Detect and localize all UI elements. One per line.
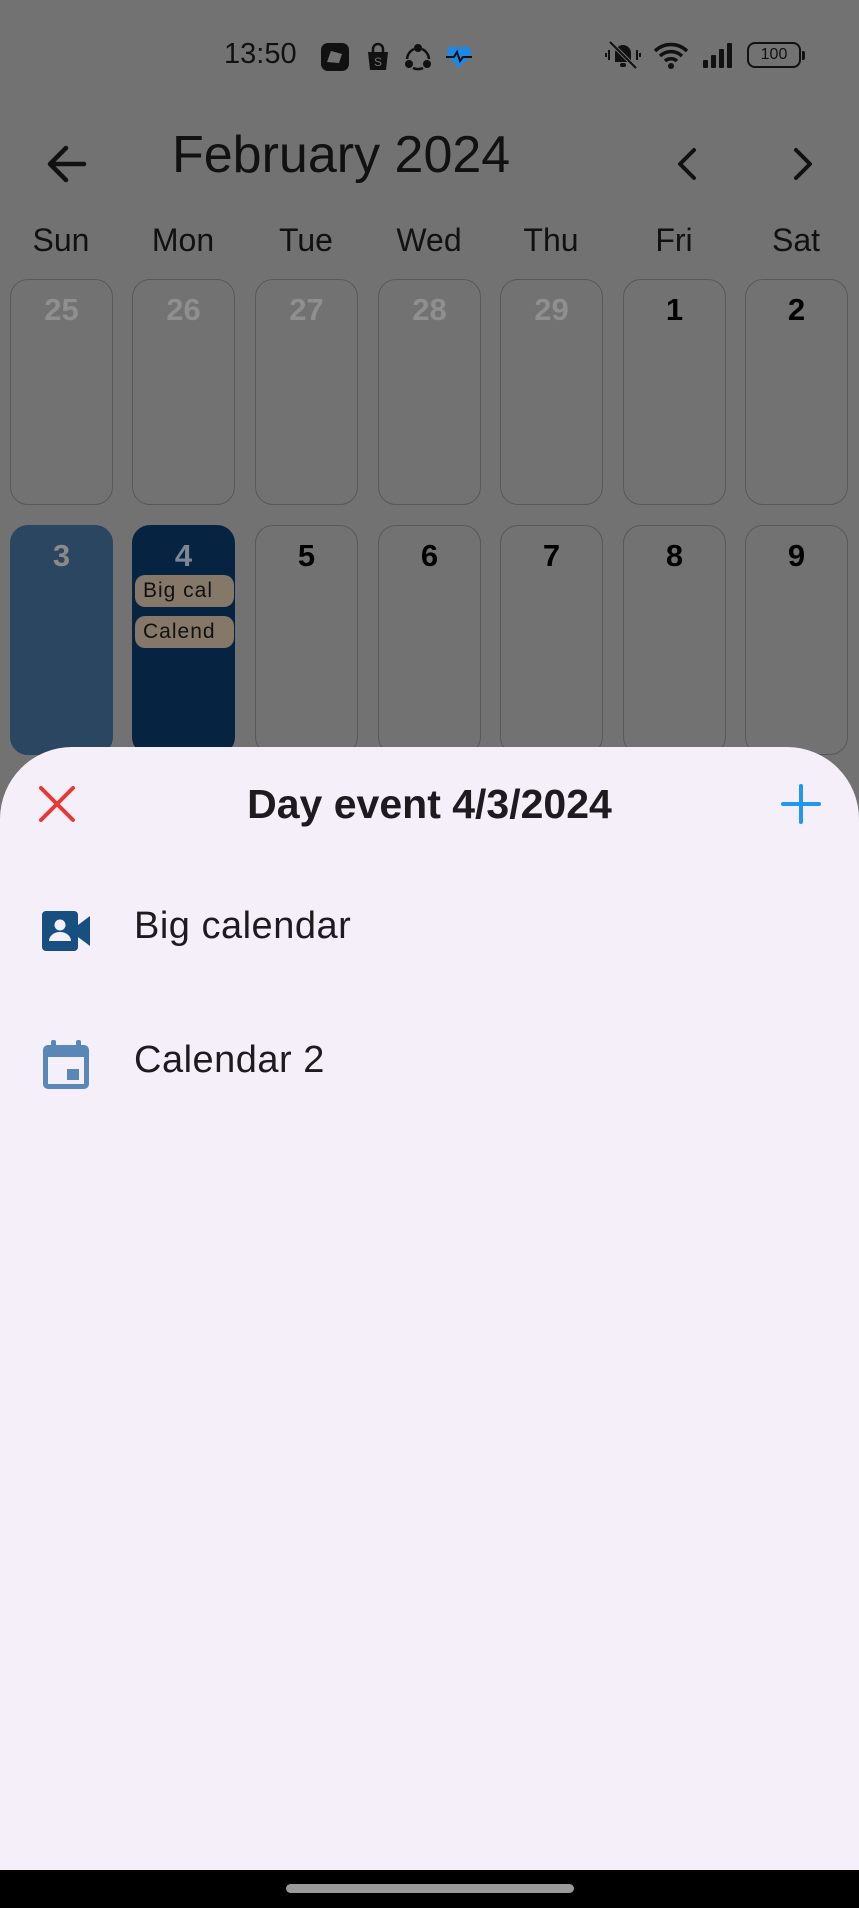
- day-number: 27: [289, 292, 324, 327]
- event-list-item[interactable]: Calendar 2: [0, 995, 859, 1129]
- app-notification-icon: [321, 43, 349, 71]
- day-number: 8: [665, 538, 684, 573]
- status-bar: 13:50 S 100: [0, 0, 859, 115]
- arrow-left-icon[interactable]: [40, 137, 94, 191]
- event-label: Big calendar: [134, 905, 352, 947]
- weekday-label: Wed: [396, 222, 462, 258]
- day-cell[interactable]: 1: [623, 279, 726, 505]
- weekday-label: Tue: [279, 222, 333, 258]
- calendar-icon: [43, 1040, 89, 1089]
- event-chip[interactable]: Big cal: [135, 575, 234, 607]
- home-indicator[interactable]: [286, 1884, 574, 1893]
- day-number: 9: [787, 538, 806, 573]
- mute-vibrate-icon: [605, 40, 641, 70]
- chevron-left-icon[interactable]: [668, 137, 708, 191]
- system-nav-bar: [0, 1870, 859, 1908]
- signal-icon: [703, 43, 732, 68]
- day-cell[interactable]: 27: [255, 279, 358, 505]
- svg-text:S: S: [374, 55, 382, 69]
- day-cell[interactable]: 25: [10, 279, 113, 505]
- weekday-label: Fri: [655, 222, 693, 258]
- event-chip[interactable]: Calend: [135, 616, 234, 648]
- plus-icon[interactable]: [780, 783, 822, 825]
- event-list-item[interactable]: Big calendar: [0, 861, 859, 995]
- day-cell[interactable]: 2: [745, 279, 848, 505]
- chevron-right-icon[interactable]: [782, 137, 822, 191]
- day-number: 4: [174, 538, 193, 573]
- status-right-group: 100: [605, 40, 805, 70]
- weekday-label: Sat: [771, 222, 821, 258]
- day-number: 7: [542, 538, 561, 573]
- weekday-row: Sun Mon Tue Wed Thu Fri Sat: [0, 222, 859, 272]
- day-cell-selected[interactable]: 3: [10, 525, 113, 755]
- share-icon: [405, 44, 431, 71]
- weekday-label: Thu: [523, 222, 579, 258]
- day-cell[interactable]: 7: [500, 525, 603, 755]
- day-number: 3: [52, 538, 71, 573]
- day-number: 5: [297, 538, 316, 573]
- heart-pulse-icon: [446, 45, 472, 68]
- day-number: 6: [420, 538, 439, 573]
- day-cell[interactable]: 8: [623, 525, 726, 755]
- calendar-header: February 2024: [0, 115, 859, 225]
- day-number: 26: [166, 292, 201, 327]
- day-number: 28: [412, 292, 447, 327]
- wifi-icon: [653, 42, 689, 69]
- day-cell[interactable]: 29: [500, 279, 603, 505]
- day-cell[interactable]: 5: [255, 525, 358, 755]
- day-number: 29: [534, 292, 569, 327]
- day-cell[interactable]: 6: [378, 525, 481, 755]
- day-cell-today[interactable]: 4 Big cal Calend: [132, 525, 235, 755]
- month-title: February 2024: [172, 126, 511, 184]
- day-number: 2: [787, 292, 806, 327]
- sheet-title: Day event 4/3/2024: [247, 781, 612, 827]
- day-cell[interactable]: 28: [378, 279, 481, 505]
- video-contact-icon: [42, 911, 90, 951]
- day-cell[interactable]: 9: [745, 525, 848, 755]
- day-events-sheet: Day event 4/3/2024 Big calendar Calendar…: [0, 747, 859, 1870]
- day-number: 25: [44, 292, 79, 327]
- day-cell[interactable]: 26: [132, 279, 235, 505]
- day-number: 1: [665, 292, 684, 327]
- battery-indicator: 100: [747, 42, 805, 68]
- shopping-bag-icon: S: [368, 42, 388, 70]
- weekday-label: Sun: [32, 222, 90, 258]
- weekday-label: Mon: [151, 222, 215, 258]
- status-time: 13:50: [224, 38, 297, 70]
- event-label: Calendar 2: [134, 1039, 325, 1081]
